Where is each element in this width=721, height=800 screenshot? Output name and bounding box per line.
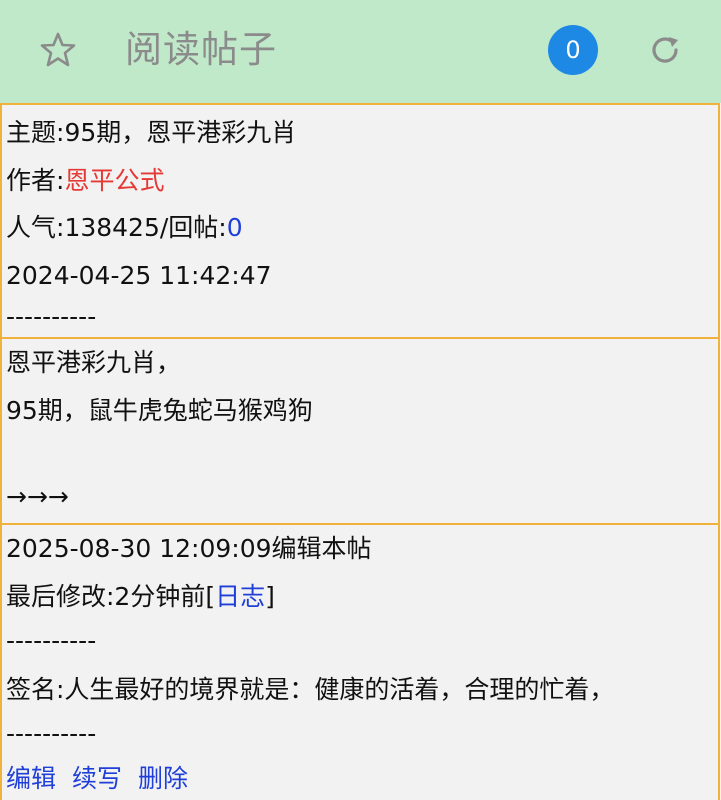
popularity-value: 138425 xyxy=(64,213,160,242)
post-footer-section: 2025-08-30 12:09:09编辑本帖 最后修改:2分钟前[日志] --… xyxy=(0,523,720,800)
edit-info: 2025-08-30 12:09:09编辑本帖 xyxy=(6,534,372,563)
replies-count[interactable]: 0 xyxy=(227,213,243,242)
post-info-section: 主题:95期，恩平港彩九肖 作者:恩平公式 人气:138425/回帖:0 202… xyxy=(0,103,720,337)
delete-link[interactable]: 删除 xyxy=(138,764,188,793)
divider: ---------- xyxy=(6,302,97,331)
edit-link[interactable]: 编辑 xyxy=(6,764,56,793)
divider: ---------- xyxy=(6,626,97,655)
last-modified-line: 最后修改:2分钟前[日志] xyxy=(6,581,275,613)
body-line-1: 恩平港彩九肖， xyxy=(6,348,182,377)
subject-line: 主题:95期，恩平港彩九肖 xyxy=(6,117,296,149)
top-bar: 阅读帖子 0 xyxy=(0,0,721,103)
notification-badge[interactable]: 0 xyxy=(548,25,598,75)
popularity-line: 人气:138425/回帖:0 xyxy=(6,212,243,244)
author-link[interactable]: 恩平公式 xyxy=(64,166,164,195)
subject-text: 95期，恩平港彩九肖 xyxy=(64,118,297,147)
signature: 签名:人生最好的境界就是：健康的活着，合理的忙着， xyxy=(6,675,615,704)
popularity-label: 人气: xyxy=(6,213,65,242)
body-line-2: 95期，鼠牛虎兔蛇马猴鸡狗 xyxy=(6,396,313,425)
log-link[interactable]: 日志 xyxy=(215,582,265,611)
post-body-section: 恩平港彩九肖， 95期，鼠牛虎兔蛇马猴鸡狗 →→→ xyxy=(0,337,720,523)
author-label: 作者: xyxy=(6,166,65,195)
refresh-icon[interactable] xyxy=(645,30,685,70)
author-line: 作者:恩平公式 xyxy=(6,165,164,197)
subject-label: 主题: xyxy=(6,118,65,147)
divider: ---------- xyxy=(6,719,97,748)
bracket-close: ] xyxy=(265,582,275,611)
arrows: →→→ xyxy=(6,482,69,511)
replies-label: /回帖: xyxy=(159,213,227,242)
post-datetime: 2024-04-25 11:42:47 xyxy=(6,261,272,290)
page-title: 阅读帖子 xyxy=(125,28,277,71)
star-icon[interactable] xyxy=(38,30,78,70)
action-links: 编辑 续写 删除 xyxy=(6,763,196,795)
last-modified-label: 最后修改:2分钟前 xyxy=(6,582,206,611)
continue-link[interactable]: 续写 xyxy=(72,764,122,793)
bracket-open: [ xyxy=(205,582,216,611)
